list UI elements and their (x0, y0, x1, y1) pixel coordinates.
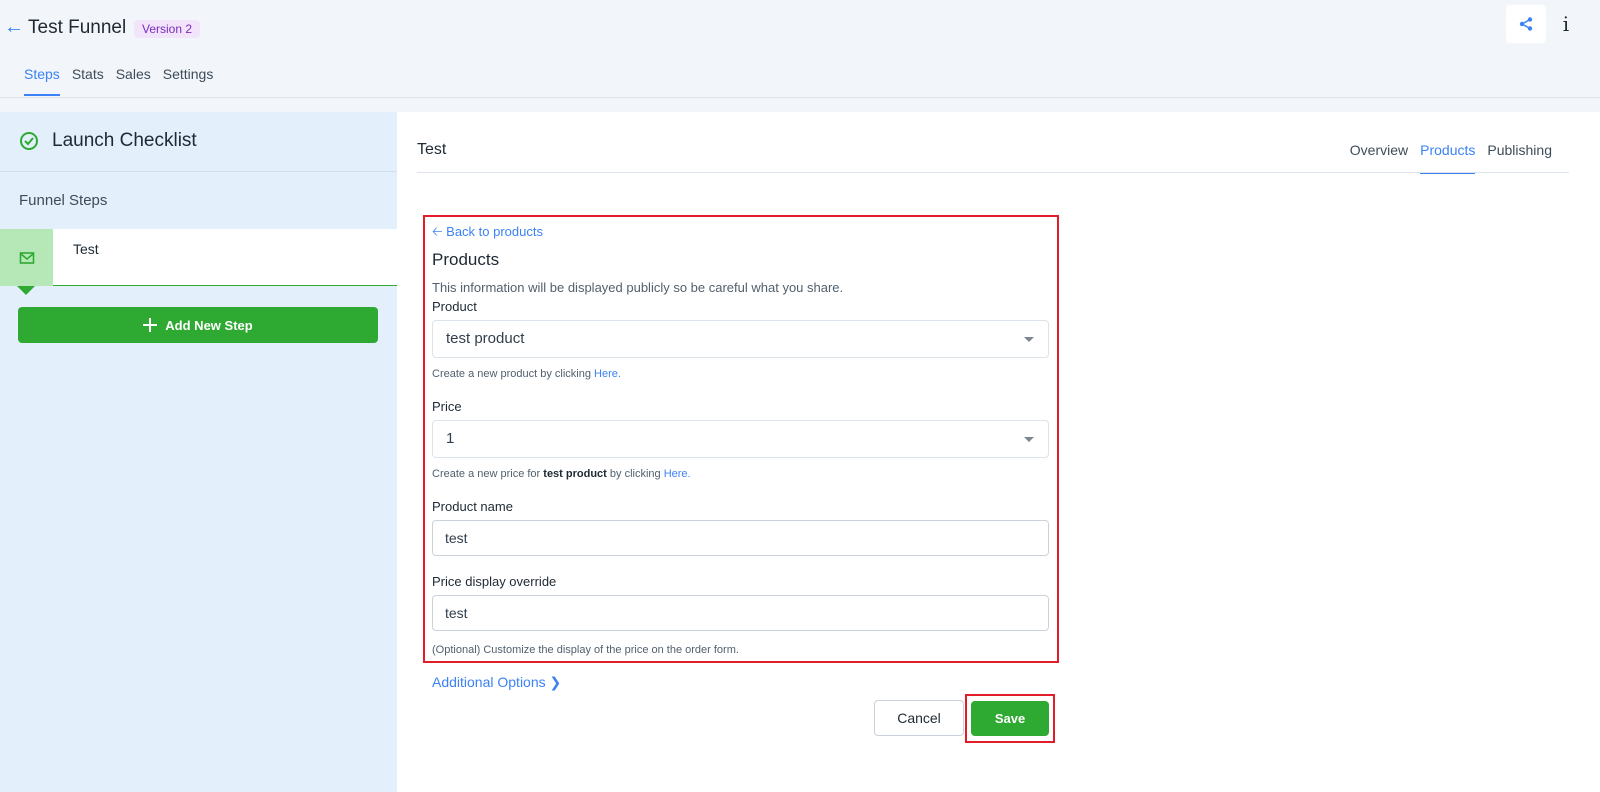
top-header: ← Test Funnel Version 2 Steps Stats Sale… (0, 0, 1600, 98)
funnel-title: Test Funnel (28, 17, 127, 38)
product-select[interactable]: test product (432, 320, 1049, 358)
form-heading: Products (432, 250, 500, 269)
divider (417, 172, 1569, 173)
step-title: Test (417, 141, 447, 158)
save-button[interactable]: Save (971, 701, 1049, 736)
main-panel: Test Overview Products Publishing 🡠 Back… (397, 112, 1600, 792)
product-help-text: Create a new product by clicking Here. (432, 368, 621, 380)
price-select-value: 1 (446, 430, 455, 447)
tab-stats[interactable]: Stats (72, 66, 104, 96)
price-help-suffix: by clicking (606, 468, 664, 480)
tab-overview[interactable]: Overview (1350, 142, 1408, 174)
form-description: This information will be displayed publi… (432, 280, 844, 295)
product-help-prefix: Create a new product by clicking (432, 368, 595, 380)
tab-steps[interactable]: Steps (24, 66, 60, 96)
back-to-products-label: Back to products (446, 224, 543, 239)
caret-down-icon (1024, 437, 1034, 442)
product-label: Product (432, 299, 477, 314)
share-icon (1519, 17, 1533, 31)
checklist-label: Launch Checklist (52, 130, 197, 151)
price-help-text: Create a new price for test product by c… (432, 468, 691, 480)
back-arrow-icon[interactable]: ← (4, 16, 24, 39)
create-price-link[interactable]: Here. (664, 468, 691, 480)
plus-icon (143, 318, 158, 332)
price-label: Price (432, 399, 462, 414)
price-help-product: test product (543, 468, 607, 480)
step-active-pointer (17, 286, 35, 295)
check-circle-icon (20, 132, 38, 150)
product-name-label: Product name (432, 499, 513, 514)
mail-icon (19, 251, 34, 264)
back-to-products-link[interactable]: 🡠 Back to products (432, 223, 543, 245)
product-form: 🡠 Back to products Products This informa… (423, 215, 1059, 663)
share-button[interactable] (1506, 5, 1546, 43)
info-icon[interactable]: i (1556, 12, 1576, 38)
funnel-steps-header: Funnel Steps (19, 192, 108, 209)
step-icon-box (0, 229, 53, 286)
version-badge: Version 2 (134, 20, 201, 38)
price-override-help-text: (Optional) Customize the display of the … (432, 644, 739, 656)
add-step-label: Add New Step (165, 317, 253, 333)
price-help-prefix: Create a new price for (432, 468, 544, 480)
chevron-right-icon: ❯ (549, 674, 562, 690)
tab-products[interactable]: Products (1420, 142, 1476, 174)
step-tabs: Overview Products Publishing (1350, 142, 1552, 174)
additional-options-label: Additional Options (432, 674, 546, 690)
add-new-step-button[interactable]: Add New Step (18, 307, 378, 343)
price-override-label: Price display override (432, 574, 557, 589)
product-select-value: test product (446, 330, 525, 347)
funnel-tabs: Steps Stats Sales Settings (24, 66, 213, 96)
price-select[interactable]: 1 (432, 420, 1049, 458)
step-label: Test (73, 241, 99, 257)
additional-options-link[interactable]: Additional Options ❯ (432, 674, 561, 691)
launch-checklist[interactable]: Launch Checklist (0, 112, 397, 172)
create-product-link[interactable]: Here. (594, 368, 621, 380)
tab-publishing[interactable]: Publishing (1487, 142, 1552, 174)
product-name-input[interactable] (432, 520, 1049, 556)
cancel-button[interactable]: Cancel (874, 700, 964, 736)
caret-down-icon (1024, 337, 1034, 342)
tab-settings[interactable]: Settings (163, 66, 214, 96)
tab-sales[interactable]: Sales (116, 66, 151, 96)
arrow-left-icon: 🡠 (432, 224, 443, 239)
sidebar: Launch Checklist Funnel Steps Test Add N… (0, 112, 397, 792)
price-override-input[interactable] (432, 595, 1049, 631)
funnel-step-item[interactable]: Test (0, 229, 397, 295)
